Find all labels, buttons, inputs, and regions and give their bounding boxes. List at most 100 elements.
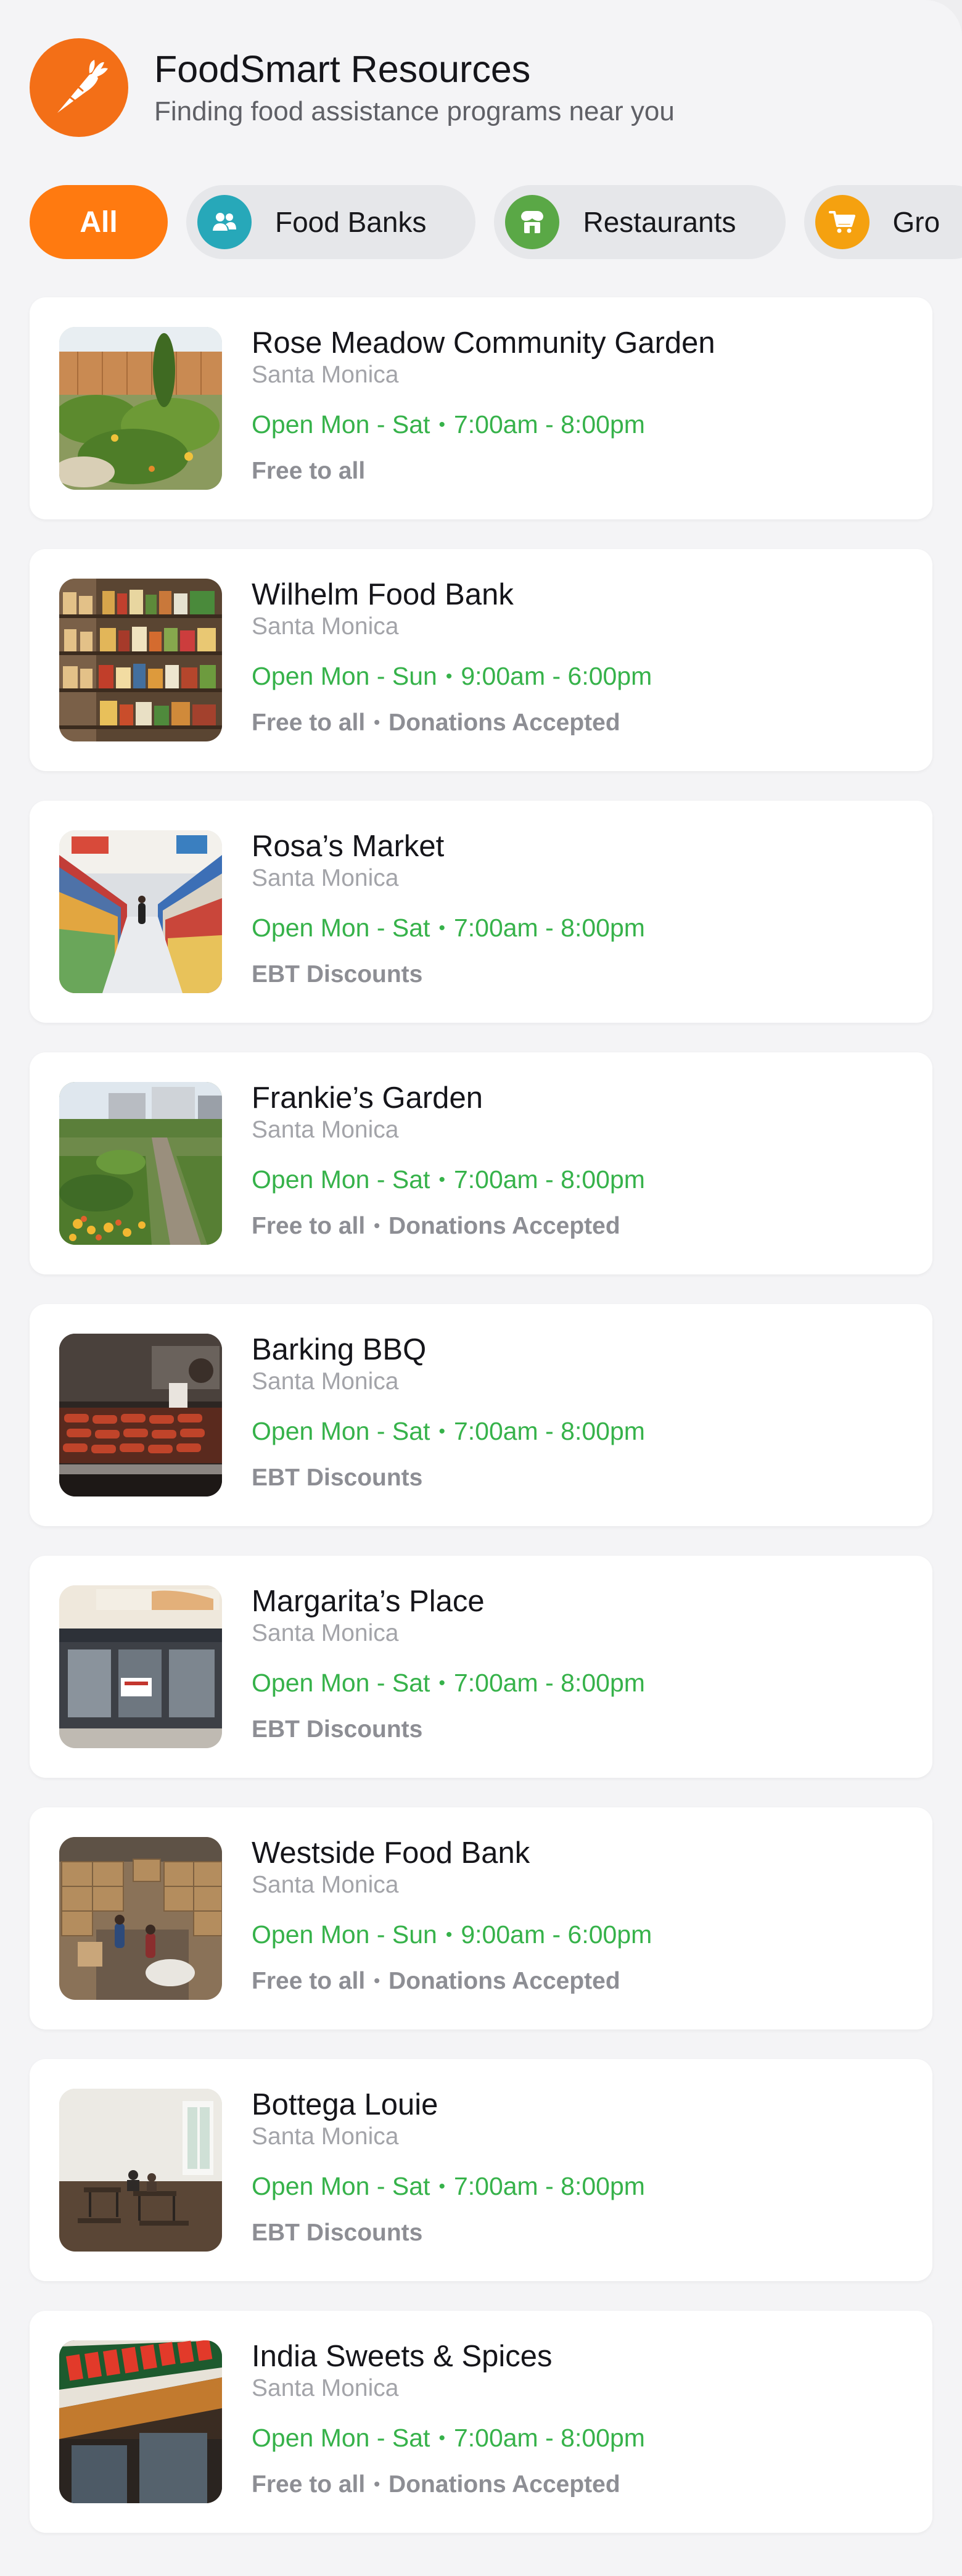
people-icon (197, 195, 252, 249)
bbq-grill-photo (59, 1334, 222, 1496)
location-name: Barking BBQ (252, 1333, 427, 1366)
location-hours: Open Mon - Sat • 7:00am - 8:00pm (252, 914, 908, 943)
location-hours: Open Mon - Sat • 7:00am - 8:00pm (252, 410, 908, 439)
tag: Free to all (252, 709, 366, 736)
open-days: Open Mon - Sat (252, 1668, 430, 1697)
location-city: Santa Monica (252, 1116, 399, 1143)
location-tags: EBT Discounts (252, 2219, 908, 2247)
tag: Free to all (252, 457, 366, 484)
open-days: Open Mon - Sun (252, 1920, 437, 1949)
location-card[interactable]: Wilhelm Food Bank Santa Monica Open Mon … (30, 549, 932, 771)
separator-dot: • (438, 2427, 445, 2448)
location-tags: EBT Discounts (252, 961, 908, 989)
card-details: India Sweets & Spices Santa Monica Open … (252, 2340, 908, 2499)
location-tags: Free to all • Donations Accepted (252, 1213, 908, 1241)
filter-chip-groceries[interactable]: Gro (804, 185, 962, 259)
location-list: Rose Meadow Community Garden Santa Monic… (30, 297, 932, 2562)
location-city: Santa Monica (252, 1871, 399, 1898)
location-name: Wilhelm Food Bank (252, 578, 514, 611)
open-hours: 7:00am - 8:00pm (453, 1165, 645, 1194)
location-tags: EBT Discounts (252, 1464, 908, 1492)
dining-room-photo (59, 2089, 222, 2252)
filter-chips: All Food Banks Restaurants Gro (30, 184, 962, 260)
location-name: Rose Meadow Community Garden (252, 326, 715, 360)
app-subtitle: Finding food assistance programs near yo… (154, 96, 675, 126)
tag: Free to all (252, 1212, 366, 1239)
location-tags: EBT Discounts (252, 1716, 908, 1744)
tag: EBT Discounts (252, 2219, 423, 2246)
location-card[interactable]: Margarita’s Place Santa Monica Open Mon … (30, 1556, 932, 1778)
tag: EBT Discounts (252, 960, 423, 988)
location-city: Santa Monica (252, 2123, 399, 2150)
app-title: FoodSmart Resources (154, 47, 531, 90)
location-card[interactable]: Rose Meadow Community Garden Santa Monic… (30, 297, 932, 519)
tag: EBT Discounts (252, 1464, 423, 1491)
location-city: Santa Monica (252, 361, 399, 388)
card-details: Rose Meadow Community Garden Santa Monic… (252, 326, 908, 485)
separator-dot: • (374, 1970, 380, 1990)
location-city: Santa Monica (252, 864, 399, 891)
location-hours: Open Mon - Sat • 7:00am - 8:00pm (252, 2172, 908, 2201)
location-card[interactable]: Rosa’s Market Santa Monica Open Mon - Sa… (30, 801, 932, 1023)
separator-dot: • (445, 666, 453, 687)
card-details: Wilhelm Food Bank Santa Monica Open Mon … (252, 578, 908, 737)
open-hours: 7:00am - 8:00pm (453, 1416, 645, 1445)
open-days: Open Mon - Sat (252, 2171, 430, 2200)
card-details: Barking BBQ Santa Monica Open Mon - Sat •… (252, 1333, 908, 1492)
tag: EBT Discounts (252, 1715, 423, 1743)
open-hours: 9:00am - 6:00pm (461, 1920, 652, 1949)
location-city: Santa Monica (252, 1619, 399, 1646)
location-card[interactable]: Westside Food Bank Santa Monica Open Mon… (30, 1807, 932, 2029)
market-aisle-photo (59, 830, 222, 993)
pantry-shelves-photo (59, 579, 222, 741)
open-hours: 7:00am - 8:00pm (453, 2171, 645, 2200)
location-name: Bottega Louie (252, 2088, 438, 2121)
garden-photo (59, 327, 222, 490)
tag: Donations Accepted (388, 2471, 620, 2498)
card-details: Westside Food Bank Santa Monica Open Mon… (252, 1836, 908, 1996)
location-card[interactable]: Bottega Louie Santa Monica Open Mon - Sa… (30, 2059, 932, 2281)
location-hours: Open Mon - Sun • 9:00am - 6:00pm (252, 1920, 908, 1949)
tag: Donations Accepted (388, 1967, 620, 1994)
open-hours: 7:00am - 8:00pm (453, 1668, 645, 1697)
location-card[interactable]: Barking BBQ Santa Monica Open Mon - Sat •… (30, 1304, 932, 1526)
tag: Free to all (252, 1967, 366, 1994)
location-tags: Free to all • Donations Accepted (252, 709, 908, 737)
urban-garden-photo (59, 1082, 222, 1245)
location-hours: Open Mon - Sat • 7:00am - 8:00pm (252, 2424, 908, 2453)
warehouse-photo (59, 1837, 222, 2000)
separator-dot: • (438, 1169, 445, 1190)
location-name: Rosa’s Market (252, 830, 445, 863)
location-card[interactable]: Frankie’s Garden Santa Monica Open Mon -… (30, 1052, 932, 1274)
filter-chip-restaurants[interactable]: Restaurants (494, 185, 786, 259)
open-days: Open Mon - Sun (252, 661, 437, 690)
open-days: Open Mon - Sat (252, 1416, 430, 1445)
location-name: Westside Food Bank (252, 1836, 530, 1870)
location-card[interactable]: India Sweets & Spices Santa Monica Open … (30, 2311, 932, 2533)
filter-chip-label: All (80, 205, 118, 239)
card-details: Rosa’s Market Santa Monica Open Mon - Sa… (252, 830, 908, 989)
location-name: India Sweets & Spices (252, 2340, 553, 2373)
location-tags: Free to all (252, 458, 908, 485)
open-days: Open Mon - Sat (252, 2423, 430, 2452)
open-hours: 7:00am - 8:00pm (453, 913, 645, 942)
header-text: FoodSmart Resources Finding food assista… (154, 47, 675, 128)
separator-dot: • (374, 712, 380, 732)
location-hours: Open Mon - Sun • 9:00am - 6:00pm (252, 662, 908, 691)
filter-chip-all[interactable]: All (30, 185, 168, 259)
location-name: Margarita’s Place (252, 1585, 485, 1618)
storefront-icon (505, 195, 560, 249)
separator-dot: • (438, 414, 445, 435)
open-hours: 7:00am - 8:00pm (453, 410, 645, 439)
separator-dot: • (438, 1421, 445, 1442)
card-details: Frankie’s Garden Santa Monica Open Mon -… (252, 1081, 908, 1241)
app-screen: FoodSmart Resources Finding food assista… (0, 0, 962, 2576)
location-city: Santa Monica (252, 1368, 399, 1395)
open-days: Open Mon - Sat (252, 913, 430, 942)
tag: Free to all (252, 2471, 366, 2498)
filter-chip-food-banks[interactable]: Food Banks (186, 185, 476, 259)
shop-sign-photo (59, 2340, 222, 2503)
location-hours: Open Mon - Sat • 7:00am - 8:00pm (252, 1669, 908, 1698)
open-days: Open Mon - Sat (252, 410, 430, 439)
filter-chip-label: Food Banks (275, 206, 427, 238)
